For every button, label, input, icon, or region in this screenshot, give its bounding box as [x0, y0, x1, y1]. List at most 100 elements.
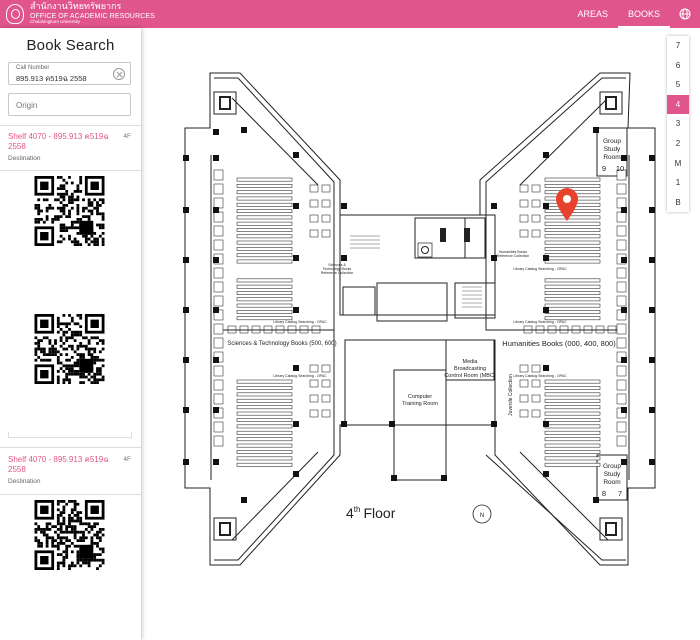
bookshelf	[236, 379, 293, 384]
bookshelf	[616, 337, 627, 349]
panel-title: Book Search	[26, 37, 115, 54]
floor-2-button[interactable]: 2	[667, 134, 689, 154]
bookshelf	[236, 430, 293, 435]
bookshelf	[544, 379, 601, 384]
bookshelf	[236, 234, 293, 239]
result-card[interactable]: Shelf 4070 - 895.913 ค519ฉ 2558 4F Desti…	[0, 455, 141, 485]
opac-label: Library Catalog Searching - OPAC	[513, 374, 567, 378]
bookshelf	[236, 405, 293, 410]
bookshelf	[616, 225, 627, 237]
bookshelf	[236, 462, 293, 467]
bookshelf	[616, 211, 627, 223]
scroll-container-bottom	[8, 432, 132, 438]
bookshelf	[236, 278, 293, 283]
group-top-3: Room	[603, 154, 620, 161]
bookshelf	[616, 197, 627, 209]
bookshelf	[236, 202, 293, 207]
bookshelf	[616, 379, 627, 391]
opac-label: Library Catalog Searching - OPAC	[513, 267, 567, 271]
nav-books[interactable]: BOOKS	[617, 0, 670, 28]
bookshelf	[236, 309, 293, 314]
room-9: 9	[602, 164, 606, 173]
media-label-3: Control Room (MBC)	[444, 373, 496, 379]
juvenile-label: Juvenile Collection	[508, 374, 514, 416]
bookshelf	[236, 240, 293, 245]
floor-m-button[interactable]: M	[667, 154, 689, 174]
result-card[interactable]: Shelf 4070 - 895.913 ค519ฉ 2558 4F Desti…	[0, 132, 141, 162]
bookshelf	[544, 284, 601, 289]
room-7: 7	[618, 489, 622, 498]
floor-plan-map[interactable]: Sciences & Technology Books (500, 600) H…	[141, 28, 700, 640]
bookshelf	[236, 411, 293, 416]
bookshelf	[213, 337, 224, 349]
floor-7-button[interactable]: 7	[667, 36, 689, 56]
divider	[0, 447, 141, 448]
computer-label-2: Training Room	[402, 401, 438, 407]
bookshelf	[236, 398, 293, 403]
origin-placeholder: Origin	[16, 101, 38, 110]
bookshelf	[616, 365, 627, 377]
group-bot-3: Room	[603, 479, 620, 486]
origin-field[interactable]: Origin	[8, 93, 131, 116]
logo[interactable]: สำนักงานวิทยทรัพยากร OFFICE OF ACADEMIC …	[6, 2, 155, 25]
globe-icon[interactable]	[670, 0, 700, 28]
bookshelf	[236, 456, 293, 461]
logo-subtitle: Chulalongkorn University	[30, 19, 81, 25]
bookshelf	[616, 393, 627, 405]
divider	[0, 170, 141, 171]
book-search-panel: Book Search Call Number 895.913 ค519ฉ 25…	[0, 28, 141, 640]
bookshelf	[236, 284, 293, 289]
bookshelf	[236, 209, 293, 214]
bookshelf	[236, 221, 293, 226]
group-top-1: Group	[603, 138, 621, 145]
restroom-icon	[440, 228, 470, 242]
floor-6-button[interactable]: 6	[667, 56, 689, 76]
destination-label: Destination	[8, 155, 41, 162]
nav-areas[interactable]: AREAS	[567, 0, 618, 28]
bookshelf	[544, 291, 601, 295]
bookshelf	[213, 393, 224, 405]
qr-code	[34, 500, 105, 570]
bookshelf	[616, 295, 627, 307]
bookshelf	[236, 196, 293, 201]
sci-ref-3: Reference Collection	[321, 271, 354, 275]
floor-tag: 4F	[123, 456, 131, 463]
qr-code	[34, 314, 105, 384]
clear-icon[interactable]	[113, 68, 125, 80]
media-label-2: Broadcasting	[454, 366, 486, 372]
bookshelf	[544, 177, 601, 182]
bookshelf	[544, 309, 601, 314]
bookshelf	[544, 253, 601, 258]
floor-1-button[interactable]: 1	[667, 173, 689, 193]
opac-label: Library Catalog Searching - OPAC	[273, 320, 327, 324]
bookshelf	[616, 421, 627, 433]
bookshelf	[236, 259, 293, 264]
floor-4-button[interactable]: 4	[667, 94, 689, 115]
floor-5-button[interactable]: 5	[667, 75, 689, 95]
qr-code	[34, 176, 105, 246]
bookshelf	[236, 437, 293, 442]
bookshelf	[616, 239, 627, 251]
bookshelf	[213, 169, 224, 181]
bookshelf	[544, 405, 601, 410]
destination-label: Destination	[8, 478, 41, 485]
bookshelf	[544, 462, 601, 467]
divider	[0, 494, 141, 495]
group-bot-2: Study	[604, 471, 621, 478]
call-number-field[interactable]: Call Number 895.913 ค519ฉ 2558	[8, 62, 131, 85]
shelf-link[interactable]: Shelf 4070 - 895.913 ค519ฉ 2558	[8, 132, 116, 152]
floor-3-button[interactable]: 3	[667, 114, 689, 134]
floor-b-button[interactable]: B	[667, 193, 689, 213]
bookshelf	[544, 303, 601, 308]
bookshelf	[213, 323, 224, 335]
bookshelf	[236, 450, 293, 454]
floor-selector: 7 6 5 4 3 2 M 1 B	[667, 36, 689, 213]
hum-ref-2: Reference Collection	[497, 254, 530, 258]
bookshelf	[544, 411, 601, 416]
bookshelf	[616, 435, 627, 447]
bookshelf	[544, 247, 601, 251]
bookshelf	[213, 435, 224, 447]
shelf-link[interactable]: Shelf 4070 - 895.913 ค519ฉ 2558	[8, 455, 116, 475]
group-top-2: Study	[604, 146, 621, 153]
bookshelf	[544, 228, 601, 232]
